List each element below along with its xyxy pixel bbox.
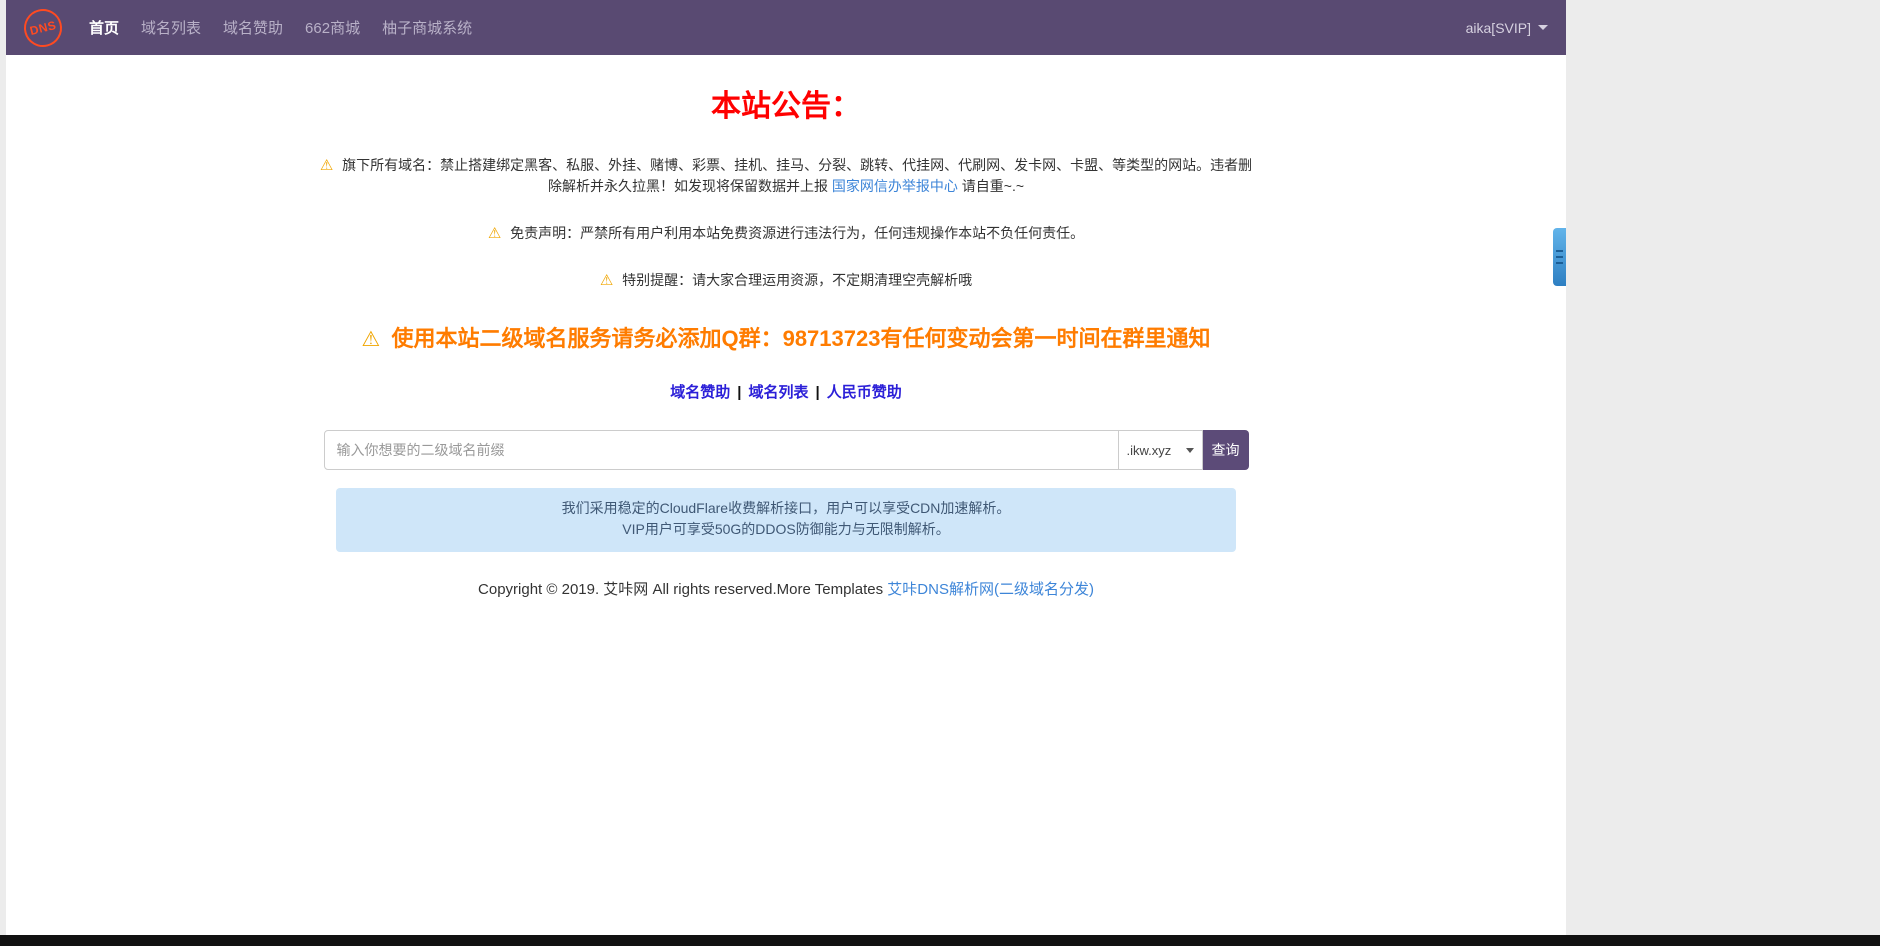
notice-domain-rules: ⚠ 旗下所有域名：禁止搭建绑定黑客、私服、外挂、赌博、彩票、挂机、挂马、分裂、跳… [316,155,1256,197]
info-line-1: 我们采用稳定的CloudFlare收费解析接口，用户可以享受CDN加速解析。 [356,498,1216,519]
domain-suffix-selected: .ikw.xyz [1127,443,1172,458]
main-content: 本站公告： ⚠ 旗下所有域名：禁止搭建绑定黑客、私服、外挂、赌博、彩票、挂机、挂… [6,81,1566,599]
link-separator: | [816,384,820,401]
user-menu[interactable]: aika[SVIP] [1466,20,1548,36]
domain-search-bar: .ikw.xyz 查询 [324,430,1249,470]
nav-item-home[interactable]: 首页 [78,17,130,38]
nav-item-domain-sponsor[interactable]: 域名赞助 [212,17,294,38]
caret-down-icon [1538,25,1548,30]
link-domain-list[interactable]: 域名列表 [748,384,808,401]
link-rmb-sponsor[interactable]: 人民币赞助 [827,384,902,401]
warning-icon: ⚠ [600,272,613,289]
site-logo[interactable]: DNS [20,4,66,50]
select-arrow-icon [1186,448,1194,453]
qq-group-notice-text: 使用本站二级域名服务请务必添加Q群：98713723有任何变动会第一时间在群里通… [391,326,1210,351]
notice-reminder-text: 特别提醒：请大家合理运用资源，不定期清理空壳解析哦 [622,272,972,288]
notice-domain-rules-text: 旗下所有域名：禁止搭建绑定黑客、私服、外挂、赌博、彩票、挂机、挂马、分裂、跳转、… [342,157,1252,194]
widget-grip-lines [1556,250,1563,264]
nav-item-domain-list[interactable]: 域名列表 [130,17,212,38]
floating-widget-tab[interactable] [1553,228,1566,286]
navbar: DNS 首页 域名列表 域名赞助 662商城 柚子商城系统 aika[SVIP] [6,0,1566,55]
footer-site-link[interactable]: 艾咔DNS解析网(二级域名分发) [887,581,1094,598]
info-line-2: VIP用户可享受50G的DDOS防御能力与无限制解析。 [356,519,1216,540]
warning-icon: ⚠ [488,225,501,242]
warning-icon: ⚠ [362,328,381,351]
bottom-taskbar [0,935,1880,946]
report-center-link[interactable]: 国家网信办举报中心 [832,178,958,194]
nav-item-662-shop[interactable]: 662商城 [294,17,371,38]
notice-disclaimer: ⚠ 免责声明：严禁所有用户利用本站免费资源进行违法行为，任何违规操作本站不负任何… [316,223,1256,244]
link-domain-sponsor[interactable]: 域名赞助 [670,384,730,401]
cloudflare-info-box: 我们采用稳定的CloudFlare收费解析接口，用户可以享受CDN加速解析。 V… [336,488,1236,552]
notice-reminder: ⚠ 特别提醒：请大家合理运用资源，不定期清理空壳解析哦 [316,270,1256,291]
qq-group-notice: ⚠ 使用本站二级域名服务请务必添加Q群：98713723有任何变动会第一时间在群… [6,321,1566,353]
nav-item-youzi-shop[interactable]: 柚子商城系统 [371,17,483,38]
browser-page: DNS 首页 域名列表 域名赞助 662商城 柚子商城系统 aika[SVIP]… [6,0,1566,935]
quick-links: 域名赞助 | 域名列表 | 人民币赞助 [6,381,1566,402]
footer-text: Copyright © 2019. 艾咔网 All rights reserve… [478,581,887,598]
notice-disclaimer-text: 免责声明：严禁所有用户利用本站免费资源进行违法行为，任何违规操作本站不负任何责任… [510,225,1084,241]
logo-text: DNS [28,17,57,37]
domain-suffix-select[interactable]: .ikw.xyz [1119,430,1203,470]
notice-domain-rules-suffix: 请自重~.~ [958,178,1024,194]
link-separator: | [737,384,741,401]
subdomain-prefix-input[interactable] [324,430,1119,470]
query-button[interactable]: 查询 [1203,430,1249,470]
user-menu-label: aika[SVIP] [1466,20,1531,36]
page-title: 本站公告： [6,81,1566,125]
warning-icon: ⚠ [320,157,333,174]
footer-copyright: Copyright © 2019. 艾咔网 All rights reserve… [6,578,1566,599]
